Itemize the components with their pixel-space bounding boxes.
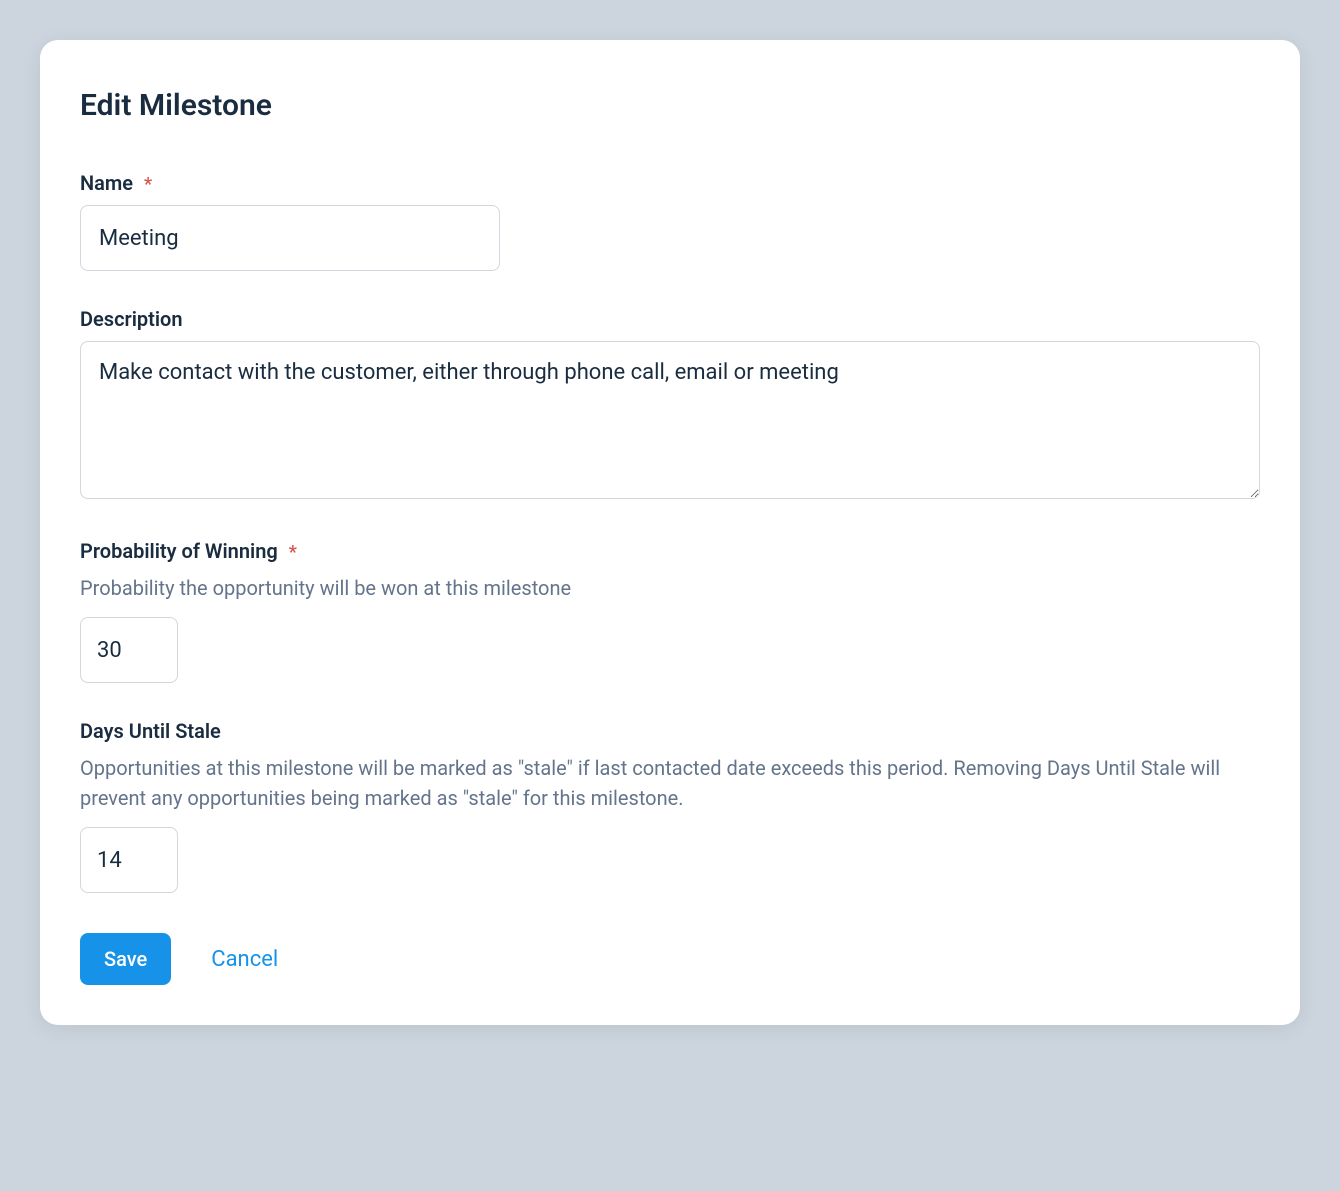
days-until-stale-field-group: Days Until Stale Opportunities at this m… [80, 719, 1260, 893]
name-input[interactable] [80, 205, 500, 271]
days-until-stale-label-text: Days Until Stale [80, 719, 221, 743]
description-label-text: Description [80, 307, 183, 331]
days-until-stale-help-text: Opportunities at this milestone will be … [80, 753, 1260, 813]
probability-label-text: Probability of Winning [80, 539, 278, 563]
probability-field-group: Probability of Winning * Probability the… [80, 539, 1260, 683]
probability-label: Probability of Winning * [80, 539, 1260, 563]
days-until-stale-label: Days Until Stale [80, 719, 1260, 743]
name-label: Name * [80, 171, 1260, 195]
edit-milestone-card: Edit Milestone Name * Description Probab… [40, 40, 1300, 1025]
name-label-text: Name [80, 171, 133, 195]
page-title: Edit Milestone [80, 88, 1260, 123]
description-label: Description [80, 307, 1260, 331]
probability-input[interactable] [80, 617, 178, 683]
cancel-button[interactable]: Cancel [211, 947, 278, 972]
description-field-group: Description [80, 307, 1260, 503]
button-row: Save Cancel [80, 933, 1260, 985]
probability-help-text: Probability the opportunity will be won … [80, 573, 1260, 603]
save-button[interactable]: Save [80, 933, 171, 985]
days-until-stale-input[interactable] [80, 827, 178, 893]
name-field-group: Name * [80, 171, 1260, 271]
required-asterisk-icon: * [289, 542, 297, 563]
required-asterisk-icon: * [144, 174, 152, 195]
description-input[interactable] [80, 341, 1260, 499]
